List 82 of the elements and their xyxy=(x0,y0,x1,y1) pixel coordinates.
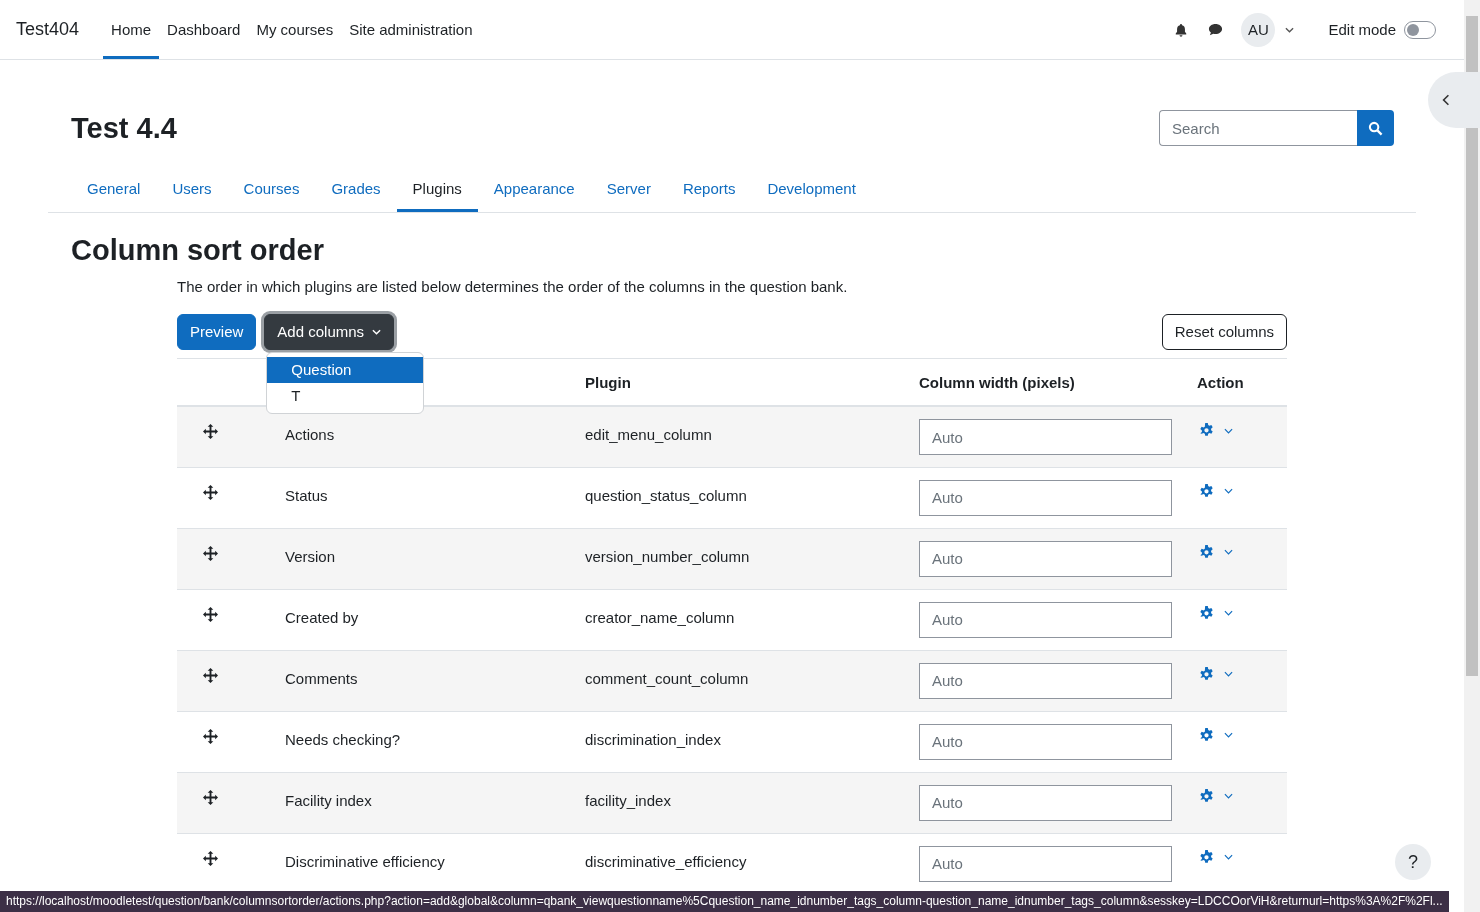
move-icon[interactable] xyxy=(203,850,218,866)
caret-icon[interactable] xyxy=(1224,549,1233,555)
tab[interactable]: Appearance xyxy=(477,165,591,212)
caret-icon[interactable] xyxy=(1224,610,1233,616)
add-columns-button[interactable]: Add columns xyxy=(264,313,395,350)
width-input-field[interactable]: Auto xyxy=(919,479,1172,516)
tab[interactable]: Reports xyxy=(666,165,752,212)
move-icon[interactable] xyxy=(203,728,218,744)
move-icon[interactable] xyxy=(203,545,218,561)
table-cell: Needs checking? xyxy=(285,711,585,772)
menu-item[interactable]: Question xyxy=(267,356,424,383)
width-input-field[interactable]: Auto xyxy=(919,540,1172,577)
width-input-field[interactable]: Auto xyxy=(919,723,1172,760)
tab[interactable]: Courses xyxy=(227,165,316,212)
gear-icon[interactable] xyxy=(1199,423,1214,438)
width-input-field[interactable]: Auto xyxy=(919,419,1172,455)
tab[interactable]: Plugins xyxy=(396,165,478,212)
nav-link[interactable]: Dashboard xyxy=(159,0,249,59)
search-button[interactable] xyxy=(1357,110,1394,146)
nav-link[interactable]: Home xyxy=(103,0,160,59)
gear-icon[interactable] xyxy=(1199,544,1214,560)
chat-bubble-icon[interactable] xyxy=(1208,22,1224,37)
gear-icon[interactable] xyxy=(1199,727,1214,743)
move-icon[interactable] xyxy=(203,484,218,500)
gear-icon[interactable] xyxy=(1199,849,1214,865)
table-cell: Facility index xyxy=(285,772,585,833)
tab[interactable]: General xyxy=(71,165,157,212)
move-icon[interactable] xyxy=(203,606,218,622)
nav-link[interactable]: Site administration xyxy=(341,0,481,59)
nav-link[interactable]: My courses xyxy=(248,0,342,59)
caret-icon[interactable] xyxy=(1285,26,1295,33)
table-cell: Created by xyxy=(285,589,585,650)
gear-icon[interactable] xyxy=(1199,788,1214,804)
table-cell: Actions xyxy=(285,406,585,467)
move-icon[interactable] xyxy=(203,789,218,805)
caret-icon[interactable] xyxy=(1224,427,1233,434)
table-cell: creator_name_column xyxy=(585,589,919,650)
table-cell: Comments xyxy=(285,650,585,711)
table-cell: discrimination_index xyxy=(585,711,919,772)
caret-icon[interactable] xyxy=(1224,732,1233,738)
tab[interactable]: Grades xyxy=(315,165,397,212)
edit-mode-toggle[interactable] xyxy=(1404,20,1436,39)
bell-icon[interactable] xyxy=(1174,22,1189,37)
caret-icon[interactable] xyxy=(1224,488,1233,494)
status-bar-url: https://localhost/moodletest/question/bank/columnsortorder/actions.php?action=add&global&column=qbank_viewquestionname%5Cquestion_name_idnumber_tags_column-question_name_idnumber_tags_column&sesskey=LDCCOorViH&returnurl=https%3A%2F%2Fl... xyxy=(0,891,1449,912)
edit-mode-label: Edit mode xyxy=(1328,21,1396,38)
tab[interactable]: Users xyxy=(156,165,228,212)
gear-icon[interactable] xyxy=(1199,666,1214,682)
table-cell: facility_index xyxy=(585,772,919,833)
table-cell: question_status_column xyxy=(585,467,919,528)
caret-icon[interactable] xyxy=(1224,793,1233,799)
move-icon[interactable] xyxy=(203,667,218,683)
table-cell: Status xyxy=(285,467,585,528)
width-input-field[interactable]: Auto xyxy=(919,662,1172,699)
width-input-field[interactable]: Auto xyxy=(919,601,1172,638)
reset-columns-button[interactable]: Reset columns xyxy=(1161,313,1287,350)
table-cell: Version xyxy=(285,528,585,589)
chevron-left-icon xyxy=(1442,94,1450,106)
page-title: Test 4.4 xyxy=(71,111,177,145)
search-field[interactable]: Search xyxy=(1159,110,1357,146)
caret-icon[interactable] xyxy=(1224,671,1233,677)
table-cell: version_number_column xyxy=(585,528,919,589)
move-icon[interactable] xyxy=(203,424,218,439)
caret-icon[interactable] xyxy=(1224,854,1233,860)
site-name[interactable]: Test404 xyxy=(16,19,80,40)
help-button[interactable]: ? xyxy=(1395,844,1431,880)
width-input-field[interactable]: Auto xyxy=(919,845,1172,882)
gear-icon[interactable] xyxy=(1199,483,1214,499)
table-cell: comment_count_column xyxy=(585,650,919,711)
scrollbar[interactable] xyxy=(1464,0,1480,912)
caret-icon xyxy=(372,328,382,335)
section-heading: Column sort order xyxy=(71,233,325,267)
gear-icon[interactable] xyxy=(1199,605,1214,621)
search-icon xyxy=(1368,120,1383,136)
menu-item[interactable]: T xyxy=(267,382,424,409)
description-text: The order in which plugins are listed below determines the order of the columns in the question bank. xyxy=(177,278,849,295)
user-avatar[interactable]: AU xyxy=(1241,12,1276,47)
width-input-field[interactable]: Auto xyxy=(919,784,1172,821)
tab[interactable]: Development xyxy=(751,165,872,212)
drawer-toggle-button[interactable] xyxy=(1428,72,1480,128)
preview-button[interactable]: Preview xyxy=(177,313,257,350)
tab[interactable]: Server xyxy=(590,165,667,212)
